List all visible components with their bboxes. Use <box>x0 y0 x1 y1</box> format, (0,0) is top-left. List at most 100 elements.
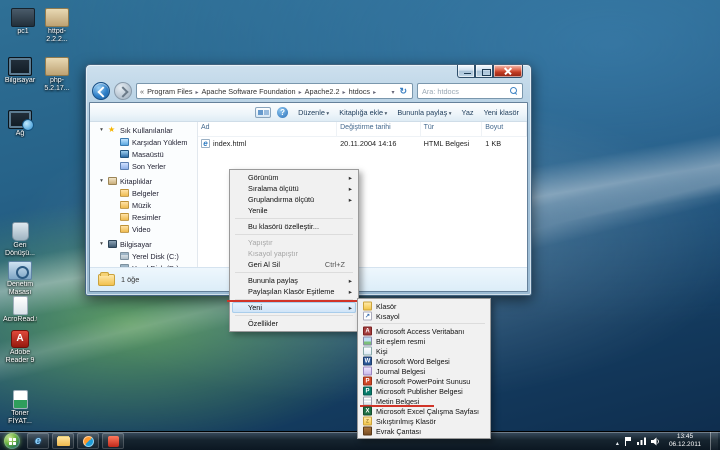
breadcrumb-segment[interactable]: Apache Software Foundation <box>202 87 305 96</box>
expander-icon[interactable] <box>98 241 105 247</box>
breadcrumb-chevron-icon[interactable]: « <box>140 87 144 96</box>
context-menu-item[interactable]: Yeni <box>232 302 356 313</box>
nav-item[interactable]: Resimler <box>90 211 197 223</box>
context-menu-item[interactable]: Gruplandırma ölçütü <box>232 194 356 205</box>
nav-item[interactable]: Bilgisayar <box>90 238 197 250</box>
desktop-icon[interactable]: httpd-2.2.2... <box>40 8 74 44</box>
desktop-icon[interactable]: Adobe Reader 9 <box>3 330 37 365</box>
nav-item[interactable]: Karşıdan Yüklem <box>90 136 197 148</box>
submenu-item[interactable]: Metin Belgesi <box>360 396 488 406</box>
context-menu-item[interactable]: Bununla paylaş <box>232 275 356 286</box>
taskbar-app-icon[interactable] <box>52 433 74 449</box>
address-bar[interactable]: « Program Files Apache Software Foundati… <box>136 83 413 99</box>
menu-separator <box>235 315 353 316</box>
desktop-icon[interactable]: Toner FİYAT... <box>3 390 37 426</box>
nav-item[interactable]: Sık Kullanılanlar <box>90 124 197 136</box>
desktop-icon[interactable]: php-5.2.17... <box>40 57 74 93</box>
submenu-item[interactable]: Kısayol <box>360 311 488 321</box>
nav-item[interactable]: Yerel Disk (C:) <box>90 250 197 262</box>
desktop-icon[interactable]: Bilgisayar <box>3 57 37 85</box>
toolbar-button[interactable]: Yeni klasör <box>484 108 519 117</box>
desktop-icon[interactable]: Geri Dönüşü... <box>3 222 37 258</box>
submenu-item[interactable]: Sıkıştırılmış Klasör <box>360 416 488 426</box>
file-type-icon <box>363 302 372 311</box>
nav-item[interactable]: Son Yerler <box>90 160 197 172</box>
toolbar-button[interactable]: Yaz <box>462 108 474 117</box>
context-menu-item-label: Özellikler <box>248 319 278 328</box>
breadcrumb-segment-label: Apache2.2 <box>305 87 340 96</box>
toolbar-button[interactable]: Düzenle <box>298 108 329 117</box>
nav-item[interactable]: Kitaplıklar <box>90 175 197 187</box>
toolbar-button[interactable]: Bununla paylaş <box>397 108 451 117</box>
file-row[interactable]: index.html 20.11.2004 14:16 HTML Belgesi… <box>198 137 527 150</box>
taskbar-app-icon[interactable] <box>77 433 99 449</box>
desktop-icon[interactable]: pc1 <box>6 8 40 36</box>
clock[interactable]: 13:45 06.12.2011 <box>665 433 705 450</box>
context-menu-item[interactable]: Yapıştır <box>232 237 356 248</box>
breadcrumb-separator-icon[interactable] <box>370 87 379 96</box>
breadcrumb-segment[interactable]: htdocs <box>349 87 380 96</box>
column-header[interactable]: Tür <box>421 122 483 136</box>
nav-item[interactable]: Masaüstü <box>90 148 197 160</box>
expander-icon[interactable] <box>98 178 105 184</box>
context-menu-item-label: Bununla paylaş <box>248 276 298 285</box>
desktop-icon[interactable]: Ağ <box>3 110 37 138</box>
toolbar-button[interactable]: Kitaplığa ekle <box>339 108 387 117</box>
submenu-item[interactable]: Evrak Çantası <box>360 426 488 436</box>
submenu-item[interactable]: Microsoft Word Belgesi <box>360 356 488 366</box>
submenu-item[interactable]: Kişi <box>360 346 488 356</box>
breadcrumb-segment[interactable]: Apache2.2 <box>305 87 349 96</box>
minimize-button[interactable] <box>457 65 475 78</box>
context-menu-item[interactable]: Sıralama ölçütü <box>232 183 356 194</box>
context-menu-item[interactable]: Kısayol yapıştır <box>232 248 356 259</box>
submenu-item[interactable]: Microsoft PowerPoint Sunusu <box>360 376 488 386</box>
context-menu-item[interactable]: Paylaşılan Klasör Eşitleme <box>232 286 356 297</box>
context-menu-item[interactable]: Özellikler <box>232 318 356 329</box>
nav-item-icon <box>120 225 129 233</box>
context-menu-item[interactable]: Yenile <box>232 205 356 216</box>
context-menu-item[interactable]: Görünüm <box>232 172 356 183</box>
nav-item[interactable]: Müzik <box>90 199 197 211</box>
taskbar-app-icon[interactable] <box>102 433 124 449</box>
submenu-item[interactable]: Microsoft Access Veritabanı <box>360 326 488 336</box>
nav-item-label: Bilgisayar <box>120 240 152 249</box>
search-box[interactable] <box>417 83 523 99</box>
breadcrumb-separator-icon[interactable] <box>296 87 305 96</box>
submenu-item[interactable]: Klasör <box>360 301 488 311</box>
breadcrumb-separator-icon[interactable] <box>340 87 349 96</box>
breadcrumb-separator-icon[interactable] <box>192 87 201 96</box>
change-view-icon[interactable] <box>255 107 271 118</box>
desktop-icon[interactable]: Denetim Masası <box>3 261 37 297</box>
nav-item[interactable]: Belgeler <box>90 187 197 199</box>
hidden-icons-arrow-icon[interactable] <box>616 432 619 450</box>
submenu-item[interactable]: Microsoft Publisher Belgesi <box>360 386 488 396</box>
action-center-flag-icon[interactable] <box>624 437 632 446</box>
help-icon[interactable] <box>277 107 288 118</box>
submenu-item[interactable]: Microsoft Excel Çalışma Sayfası <box>360 406 488 416</box>
search-input[interactable] <box>422 87 507 96</box>
column-header[interactable]: Ad <box>198 122 337 136</box>
expander-icon[interactable] <box>98 127 105 133</box>
context-menu-item[interactable]: Geri Al Sil Ctrl+Z <box>232 259 356 270</box>
column-header[interactable]: Boyut <box>482 122 527 136</box>
volume-icon[interactable] <box>651 437 660 446</box>
maximize-button[interactable] <box>475 65 493 78</box>
show-desktop-button[interactable] <box>710 432 718 450</box>
refresh-button[interactable] <box>397 86 409 97</box>
breadcrumb-segment[interactable]: Program Files <box>147 87 201 96</box>
titlebar[interactable] <box>86 65 531 82</box>
column-header[interactable]: Değiştirme tarihi <box>337 122 420 136</box>
address-dropdown-icon[interactable] <box>389 87 396 96</box>
submenu-item[interactable]: Journal Belgesi <box>360 366 488 376</box>
nav-item-icon <box>120 252 129 260</box>
submenu-item[interactable]: Bit eşlem resmi <box>360 336 488 346</box>
back-button[interactable] <box>92 82 110 100</box>
taskbar-app-icon[interactable] <box>27 433 49 449</box>
desktop-icon[interactable]: AcroRead.tur <box>3 296 37 324</box>
forward-button[interactable] <box>114 82 132 100</box>
nav-item[interactable]: Video <box>90 223 197 235</box>
network-icon[interactable] <box>637 437 646 445</box>
start-button[interactable] <box>4 433 20 449</box>
close-button[interactable] <box>493 65 523 78</box>
context-menu-item[interactable]: Bu klasörü özelleştir... <box>232 221 356 232</box>
